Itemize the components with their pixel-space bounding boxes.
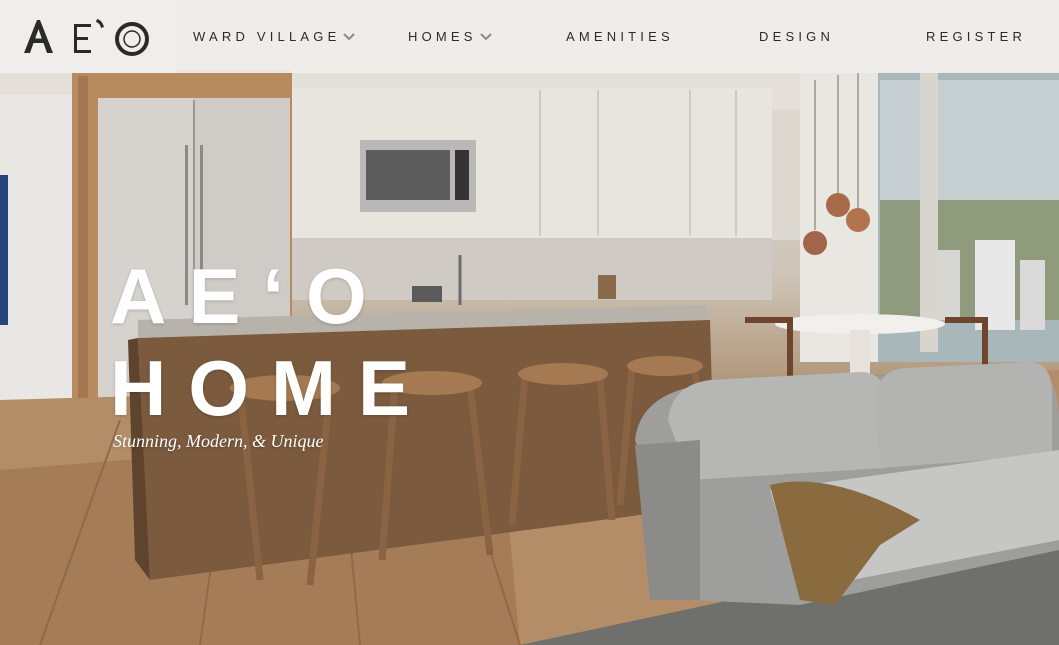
nav-label-ward-village: WARD VILLAGE	[193, 29, 341, 44]
logo-link[interactable]: AE'O	[0, 0, 176, 73]
hero-title-line-2: HOME	[110, 344, 432, 432]
nav-item-register[interactable]: REGISTER	[926, 29, 1026, 45]
nav-label-homes: HOMES	[408, 29, 477, 44]
nav-item-amenities[interactable]: AMENITIES	[566, 29, 674, 45]
nav-label-register: REGISTER	[926, 29, 1027, 44]
chevron-down-icon	[342, 32, 356, 42]
nav-item-homes[interactable]: HOMES	[408, 29, 493, 45]
nav-label-design: DESIGN	[759, 29, 835, 44]
hero-title-line-1: AE‘O	[110, 252, 389, 340]
nav-item-ward-village[interactable]: WARD VILLAGE	[193, 29, 356, 45]
nav-item-design[interactable]: DESIGN	[759, 29, 834, 45]
aeo-logo-icon	[24, 18, 149, 56]
chevron-down-icon	[479, 32, 493, 42]
hero-heading-block: AE‘O HOME Stunning, Modern, & Unique	[110, 250, 432, 452]
top-navigation-bar: AE'O WARD VILLAGE HOMES AMENITIES DESIGN…	[0, 0, 1059, 73]
nav-label-amenities: AMENITIES	[566, 29, 674, 44]
